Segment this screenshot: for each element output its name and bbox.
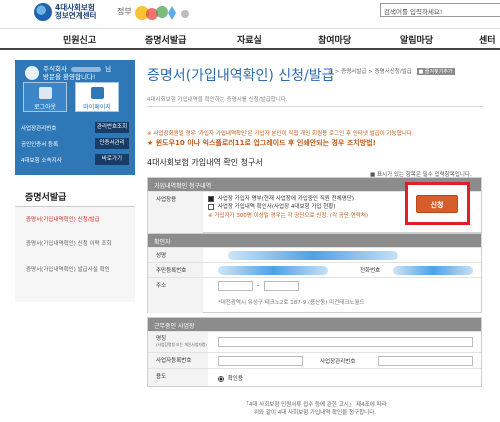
biznum-input[interactable]: [218, 356, 303, 366]
workplace-section: 근무중인 사업장 명칭 (사업장명칭 또는 개인사업자명) 사업자등록번호 사업…: [147, 317, 482, 387]
mgmt-number-lookup-button[interactable]: 관리번호조회: [95, 122, 129, 133]
logout-button[interactable]: 로그아웃: [23, 82, 67, 112]
name-row: 성명: [148, 247, 481, 262]
cert-manage-button[interactable]: 인증서관리: [95, 138, 129, 149]
zipcode-input-2[interactable]: [264, 281, 299, 291]
nav-archive[interactable]: 자료실: [237, 33, 262, 46]
page: 4대사회보험 정보연계센터 정부 검색어를 입력하세요! 민원신고 증명서발급 …: [0, 0, 500, 422]
login-row-cert: 공인인증서 등록 인증서관리: [21, 138, 129, 150]
logo-line2: 정보연계센터: [55, 11, 97, 20]
top-bar: 4대사회보험 정보연계센터 정부 검색어를 입력하세요!: [0, 0, 500, 28]
logout-label: 로그아웃: [33, 104, 57, 111]
search-input[interactable]: 검색어를 입력하세요!: [380, 3, 500, 17]
bizname-label: 명칭 (사업장명칭 또는 개인사업자명): [148, 332, 208, 352]
mgmt-number-input[interactable]: [378, 356, 473, 366]
logo-text: 4대사회보험 정보연계센터: [55, 3, 97, 21]
section-header: 근무중인 사업장: [148, 318, 481, 331]
branch-goto-button[interactable]: 바로가기: [95, 154, 129, 165]
person-icon: [91, 87, 104, 99]
side-nav-item-history[interactable]: 증명서(가입내역확인) 신청 이력 조회: [26, 240, 126, 248]
nav-participation[interactable]: 참여마당: [318, 33, 351, 46]
option-1-checkbox[interactable]: [208, 195, 214, 202]
purpose-radio-icon[interactable]: [218, 375, 224, 382]
login-row-text: 사업장관리번호: [21, 126, 57, 132]
bizname-sublabel: (사업장명칭 또는 개인사업자명): [156, 342, 207, 347]
option-2-label: 사업장 가입내역 확인서(사업장 4대보험 가입 현황): [217, 204, 336, 210]
purpose-label: 용도: [148, 369, 208, 386]
page-title: 증명서(가입내역확인) 신청/발급: [147, 68, 335, 84]
notice-print-fix-link[interactable]: ★ 윈도우10 이나 익스플로러11로 업그레이드 후 인쇄안되는 경우 조치방…: [147, 138, 376, 148]
name-label: 성명: [148, 248, 203, 262]
phone-label: 전화번호: [360, 268, 381, 274]
biznum-label: 사업자등록번호: [148, 353, 208, 368]
login-row-mgmt: 사업장관리번호 관리번호조회: [21, 122, 129, 134]
option-2[interactable]: 사업장 가입내역 확인서(사업장 4대보험 가입 현황): [208, 202, 335, 210]
masked-phone: [393, 266, 473, 275]
apply-button[interactable]: 신청: [416, 195, 458, 213]
bookmark-badge[interactable]: ■ 즐겨찾기추가: [416, 68, 455, 75]
purpose-row: 용도 확인용: [148, 368, 481, 386]
apply-highlight: 신청: [405, 182, 470, 225]
login-row-text: 4대보험 소속지사: [21, 158, 62, 164]
address-label: 주소: [148, 278, 203, 313]
side-nav-item-apply[interactable]: 증명서(가입내역확인) 신청/발급: [26, 216, 126, 224]
option-2-checkbox[interactable]: [208, 203, 214, 210]
mypage-button[interactable]: 마이페이지: [75, 82, 119, 112]
welcome-message: 주식회사 님 방문을 환영합니다!: [43, 65, 111, 81]
bizname-row: 명칭 (사업장명칭 또는 개인사업자명): [148, 331, 481, 352]
page-description: 4대사회보험 가입내역을 확인하는 증명서를 신청/발급합니다.: [147, 97, 288, 103]
welcome-text: 방문을 환영합니다!: [43, 73, 96, 81]
address-row: 주소 - *대전광역시 유성구 테크노2로 187-9 (용산동) 미건테크노월…: [148, 277, 481, 313]
verifier-section: 확인자 성명 주민등록번호 전화번호 주소 - *대전광역시 유성구 테크노2로…: [147, 233, 482, 313]
company-label: 주식회사: [43, 65, 67, 73]
login-row-branch: 4대보험 소속지사 바로가기: [21, 154, 129, 166]
masked-name: [228, 251, 398, 260]
biznum-row: 사업자등록번호 사업장관리번호: [148, 352, 481, 368]
section-header: 확인자: [148, 234, 481, 247]
id-label: 주민등록번호: [148, 263, 203, 277]
nav-center[interactable]: 센터: [479, 33, 496, 46]
masked-id: [218, 266, 328, 275]
mgmt-number-label: 사업장관리번호: [320, 359, 356, 365]
purpose-radio[interactable]: 확인용: [218, 374, 243, 382]
breadcrumb: 홈 > 증명서발급 > 증명서신청/발급 ■ 즐겨찾기추가: [328, 67, 455, 75]
side-nav-item-verify[interactable]: 증명서(가입내역확인) 발급사실 확인: [26, 266, 126, 274]
user-icon: [25, 66, 39, 80]
zipcode-input-1[interactable]: [218, 281, 253, 291]
notice-individual: ※ 사업장회원일 경우 '가입자 가입내역확인'은 가입자 본인이 직접 개인 …: [147, 131, 414, 137]
nav-notice[interactable]: 알림마당: [400, 33, 433, 46]
form-title: 4대사회보험 가입내역 확인 청구서: [147, 158, 263, 167]
biz-type-label: 사업장용: [148, 192, 203, 233]
masked-user-name: [71, 66, 101, 72]
nav-certificate[interactable]: 증명서발급: [145, 33, 186, 46]
zip-dash: -: [257, 282, 260, 289]
lock-icon: [39, 87, 52, 99]
option-note: ※ 가입자가 300명 이상일 경우는 각 공단으로 신청. (각 공단 연락처…: [208, 213, 369, 219]
address-value: *대전광역시 유성구 테크노2로 187-9 (용산동) 미건테크노월드: [218, 300, 365, 306]
id-row: 주민등록번호 전화번호: [148, 262, 481, 277]
title-divider: [147, 106, 483, 107]
mypage-label: 마이페이지: [83, 104, 111, 111]
footnote-line2: 위와 같이 4대 사회보험 가입내역 확인을 청구합니다.: [254, 410, 376, 416]
footnote-line1: 「4대 사회보험 민원서류 접수 등에 관한 고시」 제4조에 따라: [243, 402, 387, 408]
nav-complaint[interactable]: 민원신고: [63, 33, 96, 46]
site-logo[interactable]: 4대사회보험 정보연계센터: [34, 3, 96, 21]
logo-icon: [34, 3, 52, 21]
bizname-input[interactable]: [218, 337, 473, 347]
gov-emblem-icon: [135, 6, 189, 20]
option-1[interactable]: 사업장 가입자 명부(현재 사업장에 가입중인 직원 전체명단): [208, 194, 354, 202]
gov-label: 정부: [117, 7, 132, 16]
breadcrumb-text: 홈 > 증명서발급 > 증명서신청/발급: [328, 69, 412, 75]
login-box: 주식회사 님 방문을 환영합니다! 로그아웃 마이페이지 사업장관리번호 관리번…: [15, 60, 135, 175]
honorific-label: 님: [105, 65, 112, 73]
purpose-value: 확인용: [227, 376, 243, 382]
global-nav: 민원신고 증명서발급 자료실 참여마당 알림마당 센터: [0, 28, 500, 50]
login-row-text: 공인인증서 등록: [21, 142, 59, 148]
side-nav-title: 증명서발급: [15, 185, 135, 207]
footnote: 「4대 사회보험 민원서류 접수 등에 관한 고시」 제4조에 따라 위와 같이…: [147, 401, 483, 417]
